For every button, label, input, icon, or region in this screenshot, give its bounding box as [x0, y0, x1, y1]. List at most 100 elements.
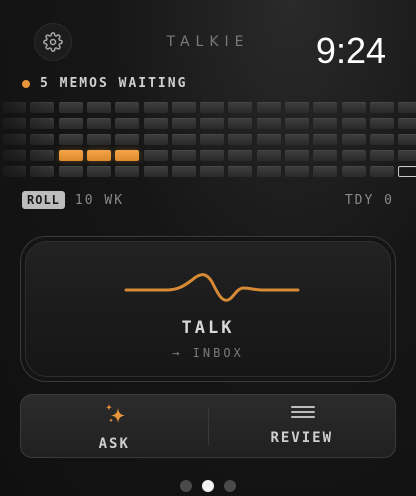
grid-cell — [86, 118, 111, 129]
grid-cell — [341, 102, 366, 113]
grid-cell — [86, 102, 111, 113]
range-label: 10 WK — [74, 192, 125, 208]
memo-status: 5 MEMOS WAITING — [22, 76, 187, 91]
list-lines-icon — [290, 406, 315, 418]
grid-cell-active — [115, 150, 140, 161]
grid-cell — [171, 134, 196, 145]
grid-cell — [341, 150, 366, 161]
grid-cell — [30, 102, 55, 113]
grid-cell — [285, 150, 309, 161]
grid-cell — [30, 166, 55, 177]
grid-cell — [256, 166, 281, 177]
grid-cell — [369, 166, 394, 177]
sparkles-icon — [106, 404, 125, 423]
grid-cell — [143, 150, 168, 161]
grid-cell — [143, 102, 168, 113]
grid-cell — [313, 118, 338, 129]
grid-cell — [369, 118, 394, 129]
grid-cell — [143, 166, 168, 177]
grid-cell — [285, 102, 309, 113]
grid-cell — [200, 166, 225, 177]
grid-cell — [398, 102, 416, 113]
page-dot[interactable] — [224, 480, 236, 492]
grid-cell — [30, 134, 55, 145]
grid-cell — [115, 102, 140, 113]
grid-cell — [256, 150, 281, 161]
grid-cell — [58, 118, 83, 129]
grid-cell — [2, 134, 26, 145]
grid-cell — [115, 118, 140, 129]
grid-cell — [171, 102, 196, 113]
grid-cell — [30, 118, 55, 129]
grid-cell — [86, 166, 111, 177]
grid-cell — [285, 166, 309, 177]
grid-cell — [86, 134, 111, 145]
grid-cell — [143, 118, 168, 129]
clock: 9:24 — [315, 30, 386, 71]
grid-cell — [369, 102, 394, 113]
activity-grid — [0, 102, 416, 182]
grid-cell — [285, 118, 309, 129]
talk-label: TALK — [181, 318, 235, 338]
page-dot[interactable] — [180, 480, 192, 492]
range-controls: ROLL 10 WK — [22, 191, 124, 209]
grid-cell — [398, 134, 416, 145]
ask-label: ASK — [98, 436, 130, 452]
grid-cell — [256, 118, 281, 129]
grid-cell — [341, 134, 366, 145]
grid-cell — [228, 150, 253, 161]
today-count: TDY 0 — [344, 193, 394, 208]
talk-card-inner: TALK → INBOX — [25, 241, 391, 377]
grid-cell — [228, 134, 253, 145]
grid-cell — [171, 166, 196, 177]
grid-cell — [341, 118, 366, 129]
status-dot — [22, 79, 30, 88]
grid-cell — [171, 118, 196, 129]
grid-cell — [2, 118, 26, 129]
grid-cell — [171, 150, 196, 161]
grid-cell-today — [398, 166, 416, 177]
grid-cell — [2, 166, 26, 177]
settings-button[interactable] — [34, 23, 72, 61]
grid-cell — [58, 134, 83, 145]
grid-cell — [369, 150, 394, 161]
grid-cell — [115, 166, 140, 177]
page-dot-active[interactable] — [202, 480, 214, 492]
grid-cell — [313, 134, 338, 145]
review-button[interactable]: REVIEW — [207, 406, 396, 446]
grid-cell — [228, 118, 253, 129]
review-label: REVIEW — [270, 430, 334, 446]
grid-cell — [200, 102, 225, 113]
roll-button[interactable]: ROLL — [22, 191, 65, 209]
grid-cell — [200, 150, 225, 161]
grid-cell — [2, 102, 26, 113]
grid-cell — [369, 134, 394, 145]
grid-cell-active — [58, 150, 83, 161]
status-text: 5 MEMOS WAITING — [40, 76, 188, 91]
grid-cell — [30, 150, 55, 161]
gear-icon — [43, 32, 63, 52]
page-indicator — [180, 480, 236, 492]
waveform-icon — [124, 273, 300, 302]
grid-cell — [228, 166, 253, 177]
grid-cell-active — [86, 150, 111, 161]
grid-cell — [115, 134, 140, 145]
grid-cell — [398, 150, 416, 161]
talk-destination: → INBOX — [172, 346, 244, 360]
talk-button[interactable]: TALK → INBOX — [20, 236, 396, 382]
grid-cell — [313, 166, 338, 177]
grid-cell — [58, 102, 83, 113]
grid-cell — [398, 118, 416, 129]
app-title: TALKIE — [166, 34, 250, 50]
ask-button[interactable]: ASK — [21, 395, 208, 457]
grid-cell — [143, 134, 168, 145]
grid-cell — [200, 134, 225, 145]
grid-cell — [200, 118, 225, 129]
grid-cell — [58, 166, 83, 177]
grid-cell — [313, 150, 338, 161]
grid-cell — [2, 150, 26, 161]
grid-cell — [313, 102, 338, 113]
action-bar: ASK REVIEW — [20, 394, 396, 458]
grid-cell — [285, 134, 309, 145]
grid-cell — [228, 102, 253, 113]
